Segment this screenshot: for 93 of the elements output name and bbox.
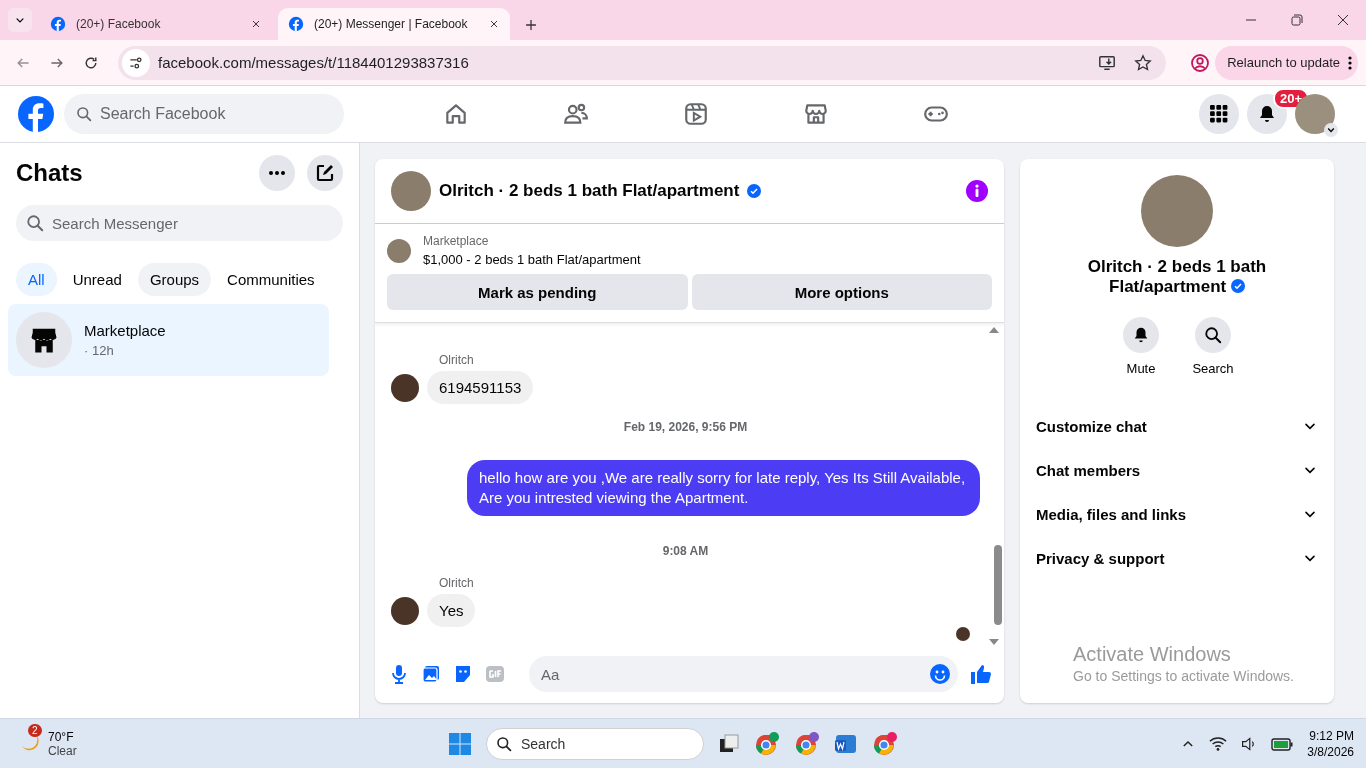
chrome-icon[interactable] [872, 730, 898, 757]
sticker-icon[interactable] [453, 664, 473, 684]
star-icon[interactable] [1134, 53, 1152, 72]
options-button[interactable] [259, 155, 295, 191]
section-header[interactable]: Privacy & support [1028, 536, 1326, 580]
temperature: 70°F [48, 729, 75, 744]
panel-title: Chats [16, 159, 84, 187]
chrome-icon[interactable] [754, 730, 780, 757]
avatar [391, 596, 419, 625]
weather-condition: Clear [48, 743, 77, 758]
search-icon [26, 214, 44, 232]
notification-badge: 2 [28, 724, 42, 737]
like-icon[interactable] [970, 663, 992, 685]
battery-icon[interactable] [1271, 735, 1294, 752]
new-message-button[interactable] [307, 155, 343, 191]
sender-name: Olritch [439, 353, 475, 367]
chat-time: · 12h [84, 343, 115, 358]
profile-icon[interactable] [1190, 52, 1210, 73]
sender-name: Olritch [439, 576, 475, 590]
activation-title: Activate Windows [1073, 643, 1232, 666]
listing-label: Marketplace [423, 234, 490, 248]
filter-tab[interactable]: Unread [60, 263, 134, 296]
search-field[interactable]: Search Facebook [64, 94, 344, 134]
read-receipt-avatar [956, 627, 970, 641]
site-settings-icon [128, 54, 144, 71]
close-icon[interactable] [250, 18, 262, 30]
clock[interactable]: 9:12 PM 3/8/2026 [1307, 727, 1354, 760]
bell-icon [1132, 326, 1150, 344]
image-icon[interactable] [421, 664, 441, 684]
more-icon [269, 171, 285, 175]
browser-tab[interactable]: (20+) Messenger | Facebook [278, 8, 510, 40]
profile-action[interactable]: Mute [1115, 317, 1167, 376]
more-icon [1348, 55, 1352, 70]
chat-name: Marketplace [84, 322, 166, 339]
photo-placeholder [387, 238, 411, 263]
photo-placeholder [391, 171, 431, 211]
relaunch-button[interactable]: Relaunch to update [1215, 45, 1358, 80]
filter-tab[interactable]: Communities [215, 263, 327, 296]
emoji-icon[interactable] [930, 664, 950, 684]
listing-title: $1,000 - 2 beds 1 bath Flat/apartment [423, 252, 641, 267]
action-button[interactable]: More options [691, 274, 992, 310]
store-icon[interactable] [803, 101, 829, 127]
section-header[interactable]: Chat members [1028, 448, 1326, 492]
search-icon [496, 735, 512, 752]
search-icon [1204, 326, 1222, 344]
friends-icon[interactable] [563, 101, 589, 127]
microphone-icon[interactable] [389, 664, 409, 684]
search-icon [76, 106, 92, 122]
section-header[interactable]: Media, files and links [1028, 492, 1326, 536]
profile-action[interactable]: Search [1187, 317, 1239, 376]
action-button[interactable]: Mark as pending [387, 274, 688, 310]
filter-tab[interactable]: All [16, 263, 57, 296]
section-header[interactable]: Customize chat [1028, 404, 1326, 448]
chat-title: Olritch · 2 beds 1 bath Flat/apartment [439, 181, 740, 201]
message-bubble: hello how are you ,We are really sorry for late reply, Yes Its Still Available, Are you intrested viewing the Apartment. [467, 460, 980, 516]
bell-icon [1257, 104, 1277, 124]
timestamp: 9:08 AM [662, 544, 709, 558]
activation-message: Go to Settings to activate Windows. [1073, 668, 1294, 684]
close-icon[interactable] [488, 18, 500, 30]
search-field[interactable]: Search [486, 727, 704, 760]
address-bar[interactable]: facebook.com/messages/t/1184401293837316 [118, 45, 1166, 80]
filter-tab[interactable]: Groups [137, 263, 212, 296]
chrome-icon[interactable] [794, 730, 820, 757]
home-icon[interactable] [443, 101, 469, 127]
scroll-down-icon[interactable] [989, 639, 999, 645]
install-icon[interactable] [1098, 53, 1116, 72]
message-bubble: Yes [427, 594, 476, 627]
timestamp: Feb 19, 2026, 9:56 PM [623, 420, 748, 434]
contact-name: Olritch · 2 beds 1 bath Flat/apartment [1086, 257, 1268, 297]
caret-icon [1324, 123, 1338, 137]
wifi-icon[interactable] [1209, 734, 1228, 753]
plus-icon[interactable] [524, 18, 538, 32]
browser-tab[interactable]: (20+) Facebook [40, 8, 272, 40]
reload-icon[interactable] [83, 54, 99, 71]
grid-icon [1209, 104, 1229, 124]
task-view-icon[interactable] [718, 732, 740, 755]
compose-icon [315, 163, 335, 183]
chat-item[interactable]: Marketplace · 12h [8, 304, 329, 376]
scrollbar-thumb[interactable] [994, 545, 1002, 625]
close-icon[interactable] [1337, 14, 1349, 26]
menu-button[interactable] [1199, 94, 1239, 134]
info-icon[interactable] [966, 180, 988, 202]
facebook-icon [50, 16, 66, 32]
start-icon[interactable] [448, 731, 472, 756]
message-field[interactable]: Aa [529, 656, 958, 692]
avatar [391, 373, 419, 402]
facebook-icon [288, 16, 304, 32]
search-field[interactable]: Search Messenger [16, 205, 343, 241]
video-icon[interactable] [683, 101, 709, 127]
restore-icon[interactable] [1291, 14, 1303, 26]
message-bubble: 6194591153 [427, 371, 534, 404]
facebook-logo[interactable] [16, 94, 56, 134]
scroll-up-icon[interactable] [989, 327, 999, 333]
